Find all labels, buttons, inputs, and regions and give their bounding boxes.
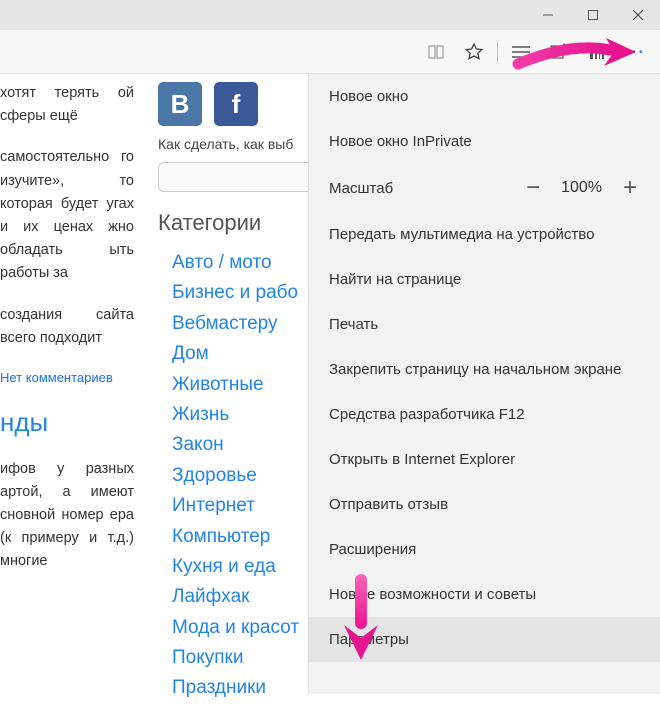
zoom-in-button[interactable]: + (620, 174, 640, 202)
zoom-row: Масштаб − 100% + (309, 164, 660, 212)
article-text: создания сайта всего подходит (0, 304, 134, 350)
reading-view-icon[interactable] (417, 33, 455, 71)
menu-item[interactable]: Закрепить страницу на начальном экране (309, 347, 660, 392)
article-column: хотят терять ой сферы ещё самостоятельно… (0, 74, 138, 694)
zoom-value: 100% (561, 179, 602, 197)
close-button[interactable] (615, 0, 660, 30)
article-text: хотят терять ой сферы ещё (0, 82, 134, 128)
webnote-icon[interactable] (540, 33, 578, 71)
menu-item[interactable]: Расширения (309, 527, 660, 572)
menu-item[interactable]: Новое окно (309, 74, 660, 119)
menu-item[interactable]: Средства разработчика F12 (309, 392, 660, 437)
fb-button[interactable]: f (214, 82, 258, 126)
maximize-button[interactable] (570, 0, 615, 30)
more-button[interactable]: ⋯ (616, 33, 654, 71)
vk-button[interactable]: B (158, 82, 202, 126)
share-icon[interactable] (578, 33, 616, 71)
menu-item-settings[interactable]: Параметры (309, 617, 660, 662)
menu-item[interactable]: Отправить отзыв (309, 482, 660, 527)
browser-toolbar: ⋯ (0, 30, 660, 74)
menu-item[interactable]: Найти на странице (309, 257, 660, 302)
menu-item[interactable]: Новые возможности и советы (309, 572, 660, 617)
menu-item[interactable]: Печать (309, 302, 660, 347)
article-heading: нды (0, 407, 134, 438)
article-text: ифов у разных артой, а имеют сновной ном… (0, 458, 134, 574)
article-text: самостоятельно го изучите», то которая б… (0, 146, 134, 285)
favorite-icon[interactable] (455, 33, 493, 71)
minimize-button[interactable] (525, 0, 570, 30)
window-titlebar (0, 0, 660, 30)
menu-item[interactable]: Передать мультимедиа на устройство (309, 212, 660, 257)
hub-icon[interactable] (502, 33, 540, 71)
no-comments-link[interactable]: Нет комментариев (0, 368, 134, 389)
menu-item[interactable]: Открыть в Internet Explorer (309, 437, 660, 482)
toolbar-separator (497, 42, 498, 62)
settings-menu: Новое окноНовое окно InPrivate Масштаб −… (308, 74, 660, 694)
zoom-out-button[interactable]: − (523, 174, 543, 202)
zoom-label: Масштаб (329, 180, 393, 197)
menu-item[interactable]: Новое окно InPrivate (309, 119, 660, 164)
